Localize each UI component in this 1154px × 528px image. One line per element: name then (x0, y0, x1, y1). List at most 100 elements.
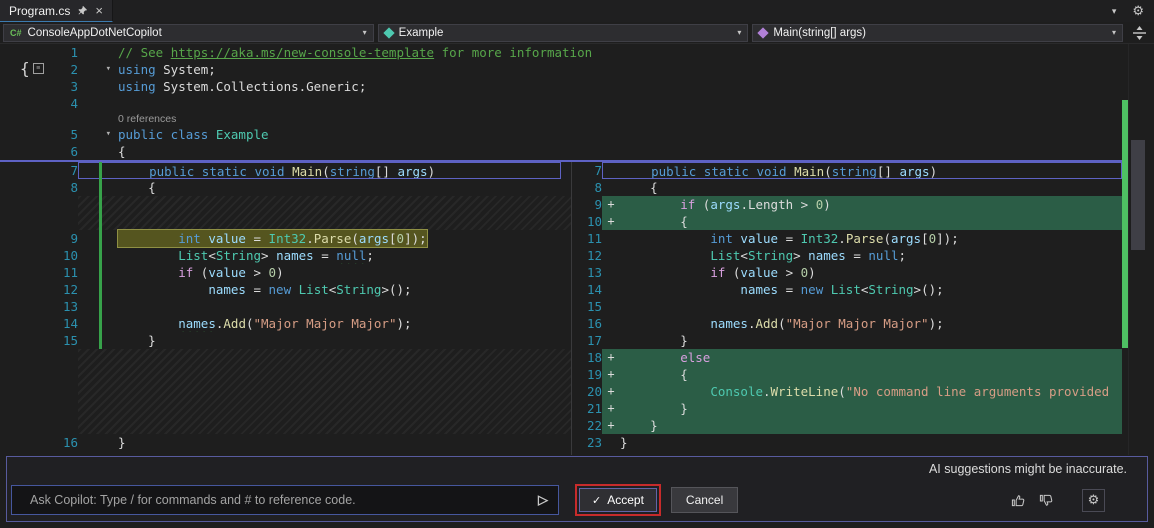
code-text: { (118, 144, 126, 159)
diff-modified-pane: 7 public static void Main(string[] args)… (572, 162, 1122, 455)
cancel-button[interactable]: Cancel (670, 487, 739, 513)
thumbs-up-icon[interactable] (1011, 493, 1026, 508)
close-icon[interactable]: × (95, 4, 103, 17)
code-line-13[interactable]: 13 (12, 298, 571, 315)
code-line-5[interactable]: 5 ▾ public class Example (12, 126, 1122, 143)
copilot-input[interactable] (12, 493, 528, 507)
side-by-side-diff: 7 public static void Main(string[] args)… (0, 162, 1122, 455)
glyph-margin (78, 332, 118, 349)
code-line-17[interactable]: 17 } (572, 332, 1122, 349)
line-number (12, 349, 78, 366)
scrollbar-thumb[interactable] (1131, 140, 1145, 250)
code-line-10[interactable]: 10 + { (572, 213, 1122, 230)
code-text: public class Example (118, 127, 269, 142)
added-line-plus: + (607, 367, 615, 381)
glyph-margin (602, 264, 620, 281)
line-number: 23 (586, 435, 602, 450)
diff-original-pane: 7 public static void Main(string[] args)… (0, 162, 572, 455)
code-line-7[interactable]: 7 public static void Main(string[] args) (572, 162, 1122, 179)
code-line-11[interactable]: 11 if (value > 0) (12, 264, 571, 281)
thumbs-down-icon[interactable] (1039, 493, 1054, 508)
line-number: 7 (70, 163, 78, 178)
navigation-bar: C# ConsoleAppDotNetCopilot ▾ Example ▾ M… (0, 22, 1154, 44)
code-line-11[interactable]: 11 int value = Int32.Parse(args[0]); (572, 230, 1122, 247)
code-line-12[interactable]: 12 List<String> names = null; (572, 247, 1122, 264)
code-line-3[interactable]: 3 using System.Collections.Generic; (12, 78, 1122, 95)
code-line-1[interactable]: 1// See https://aka.ms/new-console-templ… (12, 44, 1122, 61)
line-number (12, 366, 78, 383)
code-line-6[interactable]: 6{ (12, 143, 1122, 160)
csharp-project-icon: C# (10, 27, 22, 38)
line-number: 7 (594, 163, 602, 178)
line-number: 16 (586, 316, 602, 331)
glyph-margin (602, 281, 620, 298)
code-line-9[interactable]: 9 int value = Int32.Parse(args[0]); (12, 229, 571, 248)
glyph-margin (78, 143, 118, 160)
code-line-14[interactable]: 14 names.Add("Major Major Major"); (12, 315, 571, 332)
gear-icon[interactable]: ⚙ (1132, 3, 1144, 19)
code-line-18[interactable]: 18 + else (572, 349, 1122, 366)
line-number: 14 (62, 316, 78, 331)
code-line-15[interactable]: 15 } (12, 332, 571, 349)
pin-icon[interactable] (77, 5, 88, 16)
split-editor-handle-icon[interactable] (1127, 25, 1151, 40)
diff-filler-row (12, 213, 571, 230)
fold-chevron-icon[interactable]: ▾ (78, 126, 118, 143)
fold-chevron-icon[interactable]: ▾ (78, 61, 118, 78)
type-dropdown[interactable]: Example ▾ (377, 23, 749, 42)
tab-program-cs[interactable]: Program.cs × (0, 0, 113, 22)
added-line-plus: + (607, 401, 615, 415)
code-text: { (620, 367, 688, 382)
tab-bar: Program.cs × ▾ ⚙ (0, 0, 1154, 22)
code-line-16[interactable]: 16 names.Add("Major Major Major"); (572, 315, 1122, 332)
accept-button[interactable]: ✓ Accept (579, 488, 657, 512)
code-line-9[interactable]: 9 + if (args.Length > 0) (572, 196, 1122, 213)
code-line-10[interactable]: 10 List<String> names = null; (12, 247, 571, 264)
copilot-action-row: ▷ ✓ Accept Cancel ⚙ (7, 481, 1147, 519)
code-line-22[interactable]: 22 + } (572, 417, 1122, 434)
vertical-scrollbar[interactable] (1128, 44, 1146, 455)
code-line-15[interactable]: 15 (572, 298, 1122, 315)
dropdown-arrow-icon: ▾ (1112, 28, 1117, 37)
code-lens-row[interactable]: 0 references (12, 112, 1122, 126)
line-number: 19 (586, 367, 602, 382)
code-text: public static void Main(string[] args) (651, 164, 938, 178)
code-line-2[interactable]: 2 ▾ using System; (12, 61, 1122, 78)
line-number: 6 (70, 144, 78, 159)
added-line-plus: + (607, 214, 615, 228)
line-number: 20 (586, 384, 602, 399)
project-dropdown[interactable]: C# ConsoleAppDotNetCopilot ▾ (3, 23, 374, 42)
code-line-4[interactable]: 4 (12, 95, 1122, 112)
chevron-down-icon[interactable]: ▾ (1112, 6, 1117, 17)
line-number: 11 (62, 265, 78, 280)
member-dropdown-value: Main(string[] args) (773, 26, 867, 39)
code-line-12[interactable]: 12 names = new List<String>(); (12, 281, 571, 298)
line-number: 10 (586, 214, 602, 229)
code-line-21[interactable]: 21 + } (572, 400, 1122, 417)
code-line-7[interactable]: 7 public static void Main(string[] args) (12, 162, 571, 179)
code-text: int value = Int32.Parse(args[0]); (117, 229, 428, 248)
added-line-plus: + (607, 197, 615, 211)
added-line-plus: + (607, 384, 615, 398)
line-number: 8 (70, 180, 78, 195)
code-line-16[interactable]: 16} (12, 434, 571, 451)
settings-gear-icon[interactable]: ⚙ (1082, 488, 1105, 512)
member-dropdown[interactable]: Main(string[] args) ▾ (752, 23, 1124, 42)
code-line-23[interactable]: 23} (572, 434, 1122, 451)
code-line-14[interactable]: 14 names = new List<String>(); (572, 281, 1122, 298)
send-icon[interactable]: ▷ (528, 492, 558, 508)
check-icon: ✓ (592, 494, 602, 507)
code-text: // See https://aka.ms/new-console-templa… (118, 45, 593, 60)
line-number: 9 (70, 231, 78, 246)
glyph-margin (78, 247, 118, 264)
accept-button-label: Accept (607, 493, 644, 507)
code-line-8[interactable]: 8 { (572, 179, 1122, 196)
glyph-margin (78, 383, 118, 400)
inline-suggestion-margin-icon[interactable]: { ≡ (20, 59, 44, 78)
code-line-19[interactable]: 19 + { (572, 366, 1122, 383)
code-line-20[interactable]: 20 + Console.WriteLine("No command line a… (572, 383, 1122, 400)
change-region-bar (99, 162, 102, 349)
code-line-13[interactable]: 13 if (value > 0) (572, 264, 1122, 281)
code-line-8[interactable]: 8 { (12, 179, 571, 196)
code-text: } (118, 435, 126, 450)
